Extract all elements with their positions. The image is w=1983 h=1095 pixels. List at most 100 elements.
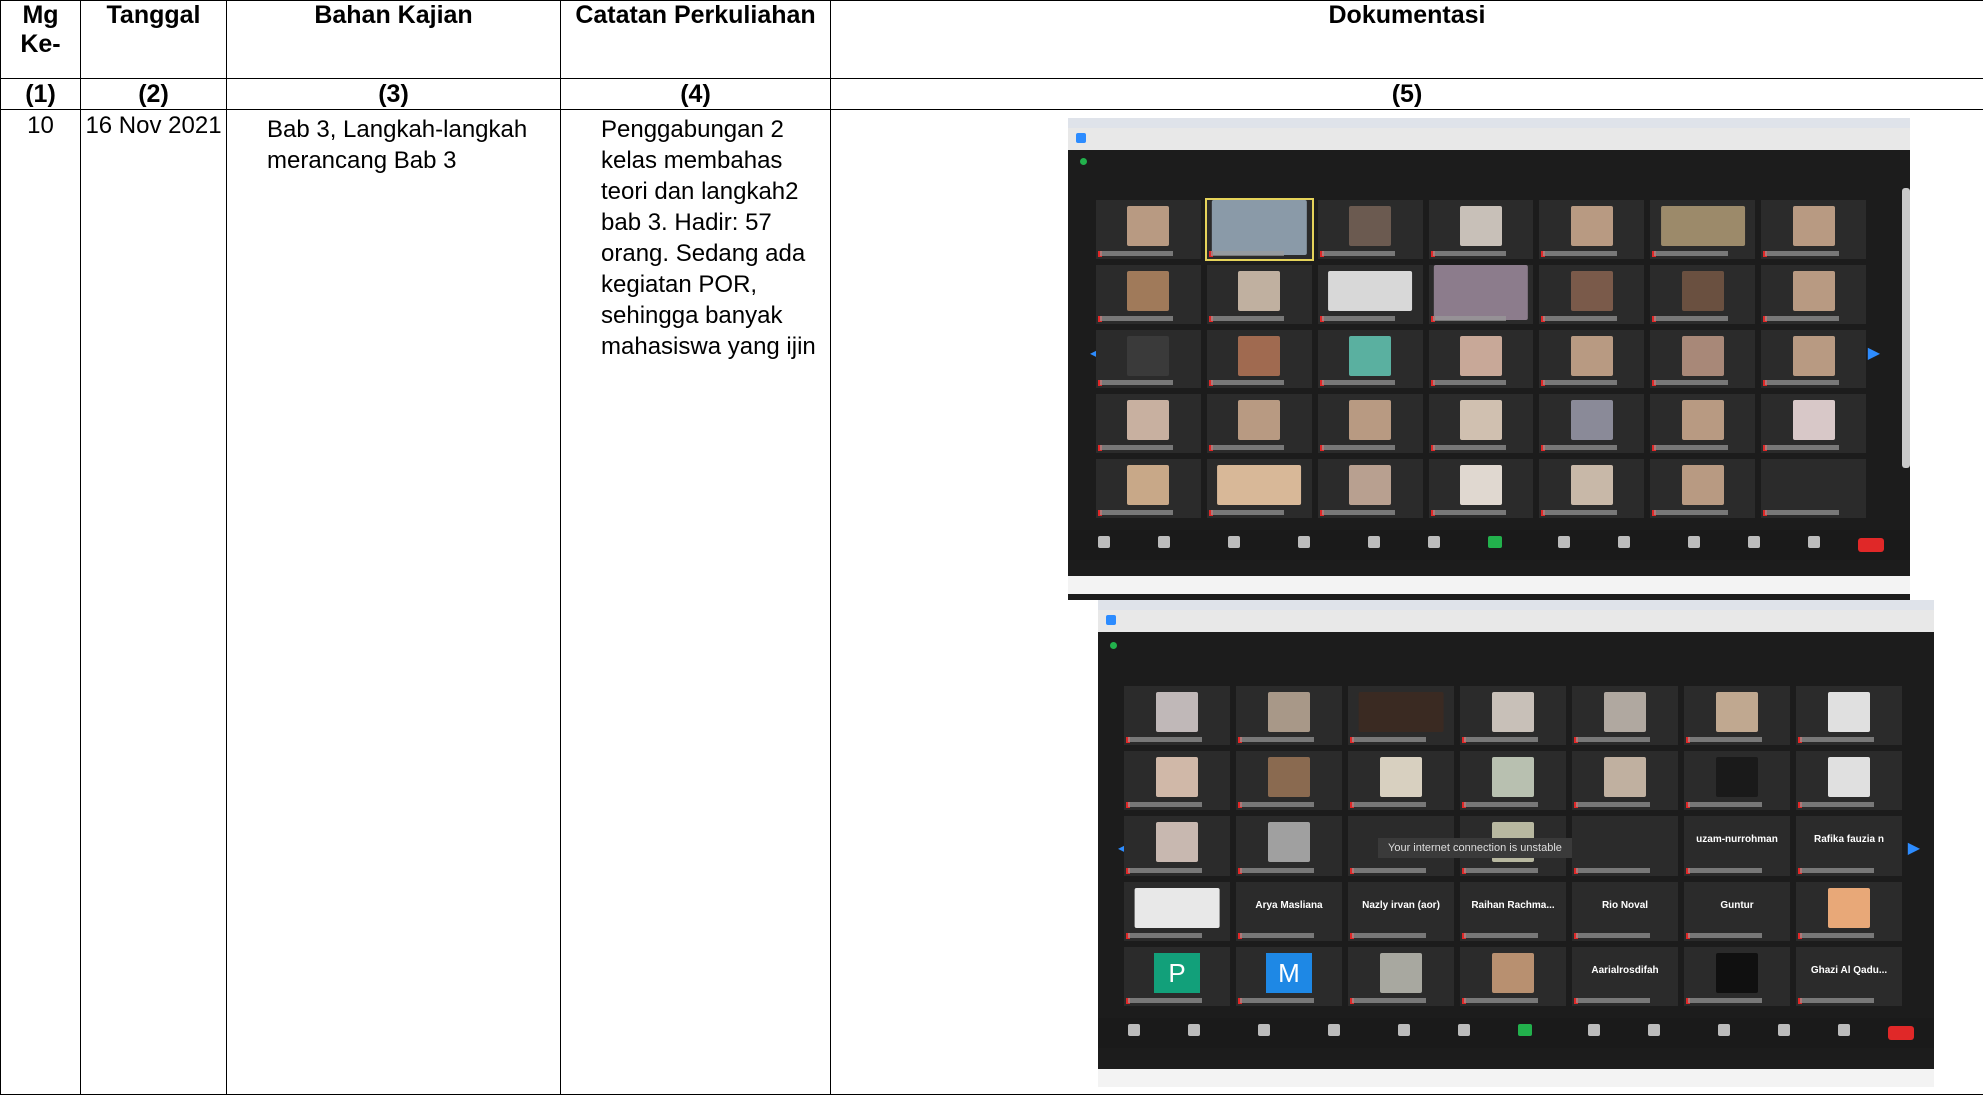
breakout-rooms-icon[interactable]: [1618, 536, 1630, 548]
header-catatan: Catatan Perkuliahan: [561, 1, 831, 79]
participant-tile: [1096, 394, 1201, 453]
participant-tile: [1539, 200, 1644, 259]
participant-tile: [1650, 200, 1755, 259]
column-number-2: (2): [81, 79, 227, 110]
header-bahan-kajian: Bahan Kajian: [227, 1, 561, 79]
participant-tile: [1318, 330, 1423, 389]
cell-mg: 10: [1, 110, 81, 1095]
participant-tile: [1207, 394, 1312, 453]
polls-icon[interactable]: [1398, 1024, 1410, 1036]
next-page-arrow-icon[interactable]: ▶: [1908, 838, 1920, 858]
header-row: Mg Ke- Tanggal Bahan Kajian Catatan Perk…: [1, 1, 1983, 79]
participants-icon[interactable]: [1298, 536, 1310, 548]
participant-tile: [1572, 751, 1678, 810]
participant-tile: Guntur: [1684, 882, 1790, 941]
column-number-3: (3): [227, 79, 561, 110]
participant-tile: [1236, 816, 1342, 875]
record-icon[interactable]: [1588, 1024, 1600, 1036]
participant-tile: [1236, 751, 1342, 810]
next-page-arrow-icon[interactable]: ▶: [1868, 343, 1880, 363]
participant-name: Raihan Rachma...: [1460, 900, 1566, 911]
meeting-screenshot-1: ◀ ▶: [1068, 118, 1910, 600]
participant-tile: [1650, 394, 1755, 453]
mute-icon[interactable]: [1098, 536, 1110, 548]
participant-tile: [1539, 265, 1644, 324]
more-icon[interactable]: [1808, 536, 1820, 548]
mute-icon[interactable]: [1128, 1024, 1140, 1036]
reactions-icon[interactable]: [1718, 1024, 1730, 1036]
zoom-app-icon: [1106, 615, 1116, 625]
more-icon[interactable]: [1838, 1024, 1850, 1036]
meeting-screenshot-2: ◀ ▶ uzam-nurrohman Rafika fauzia n Arya …: [1098, 600, 1934, 1087]
avatar: M: [1266, 953, 1312, 993]
end-meeting-button[interactable]: [1858, 538, 1884, 552]
participant-tile: [1429, 200, 1534, 259]
browser-tab-bar: [1068, 118, 1910, 128]
participant-tile: [1096, 200, 1201, 259]
participant-name: uzam-nurrohman: [1684, 834, 1790, 845]
participant-tile: [1318, 459, 1423, 518]
participant-tile: [1650, 459, 1755, 518]
participant-tile: [1124, 882, 1230, 941]
share-screen-icon[interactable]: [1488, 536, 1502, 548]
column-number-5: (5): [831, 79, 1983, 110]
end-meeting-button[interactable]: [1888, 1026, 1914, 1040]
participant-tile: [1236, 686, 1342, 745]
header-tanggal: Tanggal: [81, 1, 227, 79]
record-icon[interactable]: [1558, 536, 1570, 548]
participant-tile: [1207, 200, 1312, 259]
header-dokumentasi: Dokumentasi: [831, 1, 1983, 79]
header-mg: Mg Ke-: [1, 1, 81, 79]
participant-tile: [1124, 686, 1230, 745]
windows-taskbar: [1068, 576, 1910, 594]
participant-tile: Aarialrosdifah: [1572, 947, 1678, 1006]
participants-icon[interactable]: [1328, 1024, 1340, 1036]
participant-tile: [1650, 265, 1755, 324]
reactions-icon[interactable]: [1688, 536, 1700, 548]
chat-icon[interactable]: [1428, 536, 1440, 548]
participant-tile: Rafika fauzia n: [1796, 816, 1902, 875]
breakout-rooms-icon[interactable]: [1648, 1024, 1660, 1036]
cell-tanggal: 16 Nov 2021: [81, 110, 227, 1095]
scrollbar[interactable]: [1902, 188, 1910, 468]
participant-tile: [1761, 394, 1866, 453]
video-icon[interactable]: [1158, 536, 1170, 548]
participant-name: Ghazi Al Qadu...: [1796, 965, 1902, 976]
polls-icon[interactable]: [1368, 536, 1380, 548]
video-icon[interactable]: [1188, 1024, 1200, 1036]
participant-tile: [1096, 265, 1201, 324]
apps-icon[interactable]: [1748, 536, 1760, 548]
participant-tile: Ghazi Al Qadu...: [1796, 947, 1902, 1006]
participant-tile: [1207, 459, 1312, 518]
column-number-row: (1) (2) (3) (4) (5): [1, 79, 1983, 110]
participant-tile: [1207, 265, 1312, 324]
participant-tile: [1124, 751, 1230, 810]
participant-tile: [1318, 265, 1423, 324]
participant-tile: [1796, 751, 1902, 810]
participant-tile: [1796, 882, 1902, 941]
zoom-title-bar: [1098, 610, 1934, 632]
meeting-toolbar-1: [1068, 530, 1910, 560]
security-icon[interactable]: [1228, 536, 1240, 548]
participant-tile: [1460, 947, 1566, 1006]
zoom-title-bar: [1068, 128, 1910, 150]
participant-tile: [1684, 751, 1790, 810]
participant-name: Guntur: [1684, 900, 1790, 911]
participant-tile: Nazly irvan (aor): [1348, 882, 1454, 941]
participant-tile: uzam-nurrohman: [1684, 816, 1790, 875]
chat-icon[interactable]: [1458, 1024, 1470, 1036]
windows-taskbar: [1098, 1069, 1934, 1087]
share-screen-icon[interactable]: [1518, 1024, 1532, 1036]
participant-tile: M: [1236, 947, 1342, 1006]
cell-bahan-kajian: Bab 3, Langkah-langkah merancang Bab 3: [227, 110, 561, 1095]
participant-tile: [1572, 816, 1678, 875]
participant-tile: [1796, 686, 1902, 745]
security-shield-icon: [1110, 642, 1117, 649]
cell-catatan: Penggabungan 2 kelas membahas teori dan …: [561, 110, 831, 1095]
participant-tile: [1460, 751, 1566, 810]
column-number-4: (4): [561, 79, 831, 110]
apps-icon[interactable]: [1778, 1024, 1790, 1036]
participant-tile: [1348, 686, 1454, 745]
participant-tile: [1429, 459, 1534, 518]
security-icon[interactable]: [1258, 1024, 1270, 1036]
